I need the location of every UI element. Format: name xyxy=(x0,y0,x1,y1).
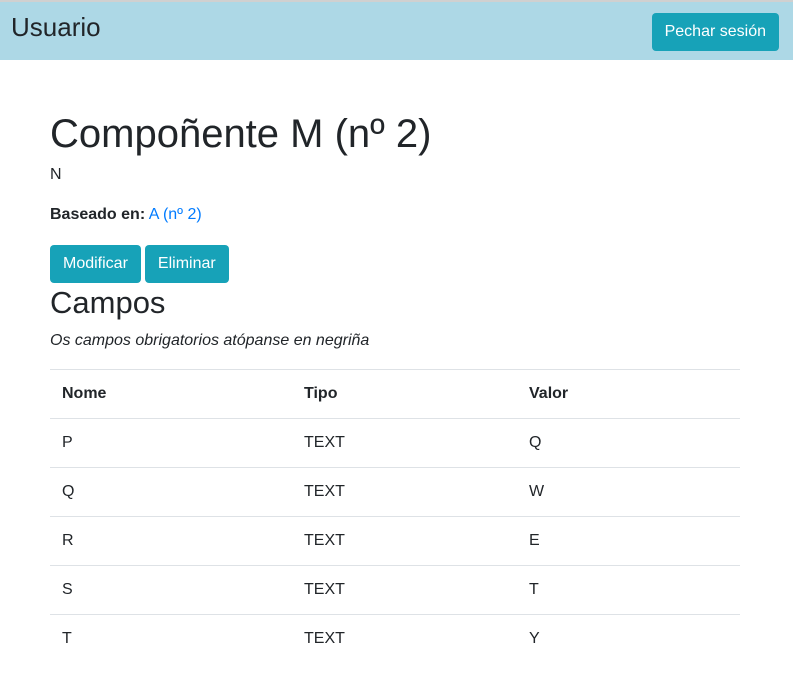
navbar: Usuario Pechar sesión xyxy=(0,2,793,60)
field-name: R xyxy=(50,516,292,566)
component-description: N xyxy=(50,166,62,183)
table-header-row: Nome Tipo Valor xyxy=(50,369,740,419)
field-name: Q xyxy=(50,467,292,517)
table-row: T TEXT Y xyxy=(50,614,740,663)
column-header-type: Tipo xyxy=(292,369,517,419)
delete-button[interactable]: Eliminar xyxy=(144,245,229,283)
table-row: P TEXT Q xyxy=(50,418,740,468)
field-type: TEXT xyxy=(292,565,517,615)
based-on: Baseado en: A (nº 2) xyxy=(50,206,202,224)
navbar-brand[interactable]: Usuario xyxy=(11,12,101,43)
required-fields-note: Os campos obrigatorios atópanse en negri… xyxy=(50,332,370,349)
modify-button[interactable]: Modificar xyxy=(50,245,141,283)
field-name: S xyxy=(50,565,292,615)
page-title: Compoñente M (nº 2) xyxy=(50,112,432,156)
field-type: TEXT xyxy=(292,614,517,663)
table-row: Q TEXT W xyxy=(50,467,740,517)
fields-table: Nome Tipo Valor P TEXT Q Q TEXT W R TEXT E S TEXT T… xyxy=(50,369,740,663)
field-value: W xyxy=(517,467,740,517)
column-header-value: Valor xyxy=(517,369,740,419)
field-type: TEXT xyxy=(292,516,517,566)
based-on-link[interactable]: A (nº 2) xyxy=(149,206,202,223)
field-type: TEXT xyxy=(292,467,517,517)
field-type: TEXT xyxy=(292,418,517,468)
table-row: S TEXT T xyxy=(50,565,740,615)
based-on-label: Baseado en: xyxy=(50,206,146,223)
field-value: Y xyxy=(517,614,740,663)
fields-heading: Campos xyxy=(50,285,166,320)
field-name: P xyxy=(50,418,292,468)
field-value: Q xyxy=(517,418,740,468)
column-header-name: Nome xyxy=(50,369,292,419)
logout-button[interactable]: Pechar sesión xyxy=(651,13,779,51)
field-name: T xyxy=(50,614,292,663)
field-value: E xyxy=(517,516,740,566)
action-buttons: Modificar Eliminar xyxy=(50,245,229,283)
table-row: R TEXT E xyxy=(50,516,740,566)
field-value: T xyxy=(517,565,740,615)
